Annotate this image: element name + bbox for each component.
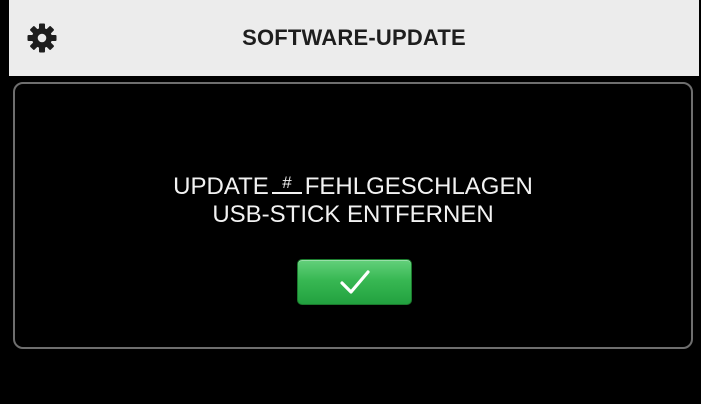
failed-label: FEHLGESCHLAGEN xyxy=(304,173,533,200)
gear-icon[interactable] xyxy=(27,23,57,53)
device-screen: SOFTWARE-UPDATE UPDATE # FEHLGESCHLAGEN US… xyxy=(0,0,701,404)
error-message-line2: USB-STICK ENTFERNEN xyxy=(212,201,494,228)
checkmark-icon xyxy=(339,270,370,294)
page-title: SOFTWARE-UPDATE xyxy=(242,25,466,50)
update-id-field: # xyxy=(271,174,302,194)
update-label: UPDATE xyxy=(173,173,269,200)
error-message-line1: UPDATE # FEHLGESCHLAGEN xyxy=(15,173,691,201)
header-bar: SOFTWARE-UPDATE xyxy=(9,0,699,76)
update-dialog: UPDATE # FEHLGESCHLAGEN USB-STICK ENTFERNE… xyxy=(13,82,693,349)
confirm-button[interactable] xyxy=(297,259,412,305)
